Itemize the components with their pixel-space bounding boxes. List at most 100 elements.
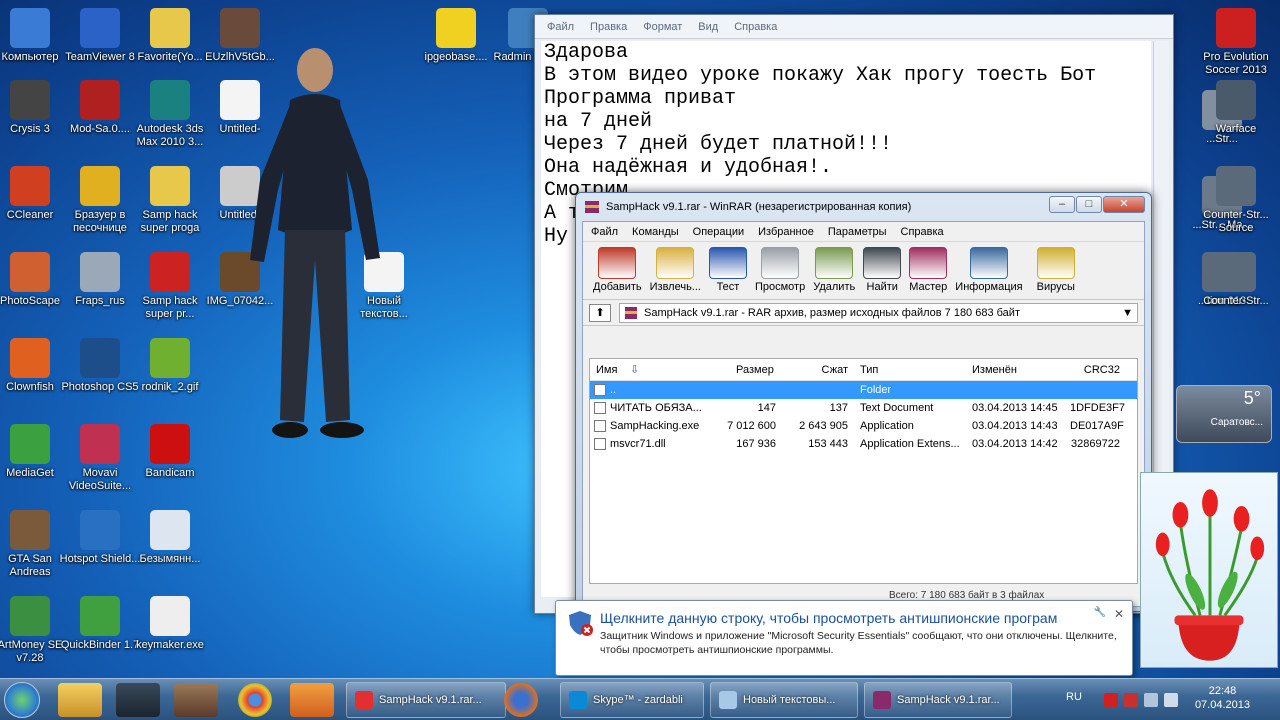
taskbar: SampHack v9.1.rar... Skype™ - zardabli Нов… xyxy=(0,678,1280,720)
firefox-pin-icon[interactable] xyxy=(504,683,538,717)
col-packed[interactable]: Сжат xyxy=(780,364,848,376)
desktop-icon-label: Безымянн... xyxy=(139,553,201,565)
character-figure xyxy=(250,48,380,438)
notification-title[interactable]: Щелкните данную строку, чтобы просмотрет… xyxy=(600,610,1057,626)
cell-size: 147 xyxy=(757,402,776,414)
chevron-down-icon[interactable]: ▼ xyxy=(1122,307,1133,319)
col-modified[interactable]: Изменён xyxy=(972,364,1017,376)
media-player-pin-icon[interactable] xyxy=(290,683,334,717)
cell-packed: 153 443 xyxy=(808,438,848,450)
notepad-menu-item[interactable]: Справка xyxy=(734,21,777,33)
desktop-icon[interactable]: Bandicam xyxy=(128,424,212,480)
cell-name: .. xyxy=(610,384,617,396)
winrar-menu-item[interactable]: Команды xyxy=(632,226,679,238)
winrar-menu-item[interactable]: Файл xyxy=(591,226,618,238)
app-icon xyxy=(10,596,50,636)
file-row[interactable]: msvcr71.dll 167 936 153 443 Application Ext… xyxy=(590,435,1137,453)
shield-warning-icon xyxy=(569,611,593,636)
desktop-icon[interactable]: keymaker.exe xyxy=(128,596,212,652)
file-row[interactable]: .. Folder xyxy=(590,381,1137,399)
winrar-window[interactable]: SampHack v9.1.rar - WinRAR (незарегистри… xyxy=(575,192,1152,612)
file-list-header: Имя ⇩ Размер Сжат Тип Изменён CRC32 xyxy=(590,359,1137,381)
file-list[interactable]: Имя ⇩ Размер Сжат Тип Изменён CRC32 .. Fo… xyxy=(589,358,1138,584)
toolbar-label: Удалить xyxy=(813,281,856,293)
desktop-icon-label: Counter-Str... Source xyxy=(1203,209,1269,234)
app-icon xyxy=(150,8,190,48)
steam-pin-icon[interactable] xyxy=(116,683,160,717)
notepad-menu-item[interactable]: Правка xyxy=(590,21,627,33)
address-dropdown[interactable]: SampHack v9.1.rar - RAR архив, размер ис… xyxy=(619,302,1138,323)
app-icon xyxy=(80,510,120,550)
desktop-icon[interactable]: rodnik_2.gif xyxy=(128,338,212,394)
file-icon xyxy=(594,420,606,432)
col-name[interactable]: Имя xyxy=(596,364,617,376)
desktop-icon[interactable]: Pro Evolution Soccer 2013 xyxy=(1194,8,1278,77)
address-text: SampHack v9.1.rar - RAR архив, размер ис… xyxy=(644,306,1020,319)
network-icon[interactable] xyxy=(1144,693,1158,707)
explorer-pin-icon[interactable] xyxy=(58,683,102,717)
toolbar-button[interactable]: Добавить xyxy=(593,247,642,293)
file-row[interactable]: SampHacking.exe 7 012 600 2 643 905 Applica… xyxy=(590,417,1137,435)
winrar-client: Файл Команды Операции Избранное Параметры Спр… xyxy=(582,221,1145,607)
cell-size: 7 012 600 xyxy=(727,420,776,432)
toolbar-button[interactable]: Просмотр xyxy=(755,247,805,293)
app-icon xyxy=(1216,166,1256,206)
task-label: Новый текстовы... xyxy=(743,694,836,706)
toolbar-button[interactable]: Удалить xyxy=(813,247,855,293)
cell-name: SampHacking.exe xyxy=(610,420,700,432)
desktop-icon[interactable]: Counter-Str... Source xyxy=(1194,166,1278,235)
security-tray-icon[interactable] xyxy=(1104,693,1118,707)
action-center-icon[interactable] xyxy=(1124,693,1138,707)
options-icon[interactable]: 🔧 xyxy=(1094,607,1106,618)
col-type[interactable]: Тип xyxy=(860,364,878,376)
up-folder-button[interactable]: ⬆ xyxy=(589,303,611,322)
sort-arrow-icon: ⇩ xyxy=(630,364,640,376)
taskbar-task[interactable]: SampHack v9.1.rar... xyxy=(346,682,506,718)
taskbar-task[interactable]: Новый текстовы... xyxy=(710,682,858,718)
language-indicator[interactable]: RU xyxy=(1066,691,1082,703)
toolbar-button[interactable]: Мастер xyxy=(909,247,947,293)
winrar-menu-item[interactable]: Операции xyxy=(693,226,744,238)
desktop-icon[interactable]: Counter-Str... xyxy=(1194,252,1278,308)
taskbar-task[interactable]: SampHack v9.1.rar... xyxy=(864,682,1012,718)
close-button[interactable]: ✕ xyxy=(1103,196,1145,213)
notification-close-icon[interactable]: ✕ xyxy=(1114,607,1124,621)
taskbar-task[interactable]: Skype™ - zardabli xyxy=(560,682,704,718)
toolbar-button[interactable]: Извлечь... xyxy=(650,247,701,293)
clock[interactable]: 22:48 07.04.2013 xyxy=(1195,684,1250,712)
volume-icon[interactable] xyxy=(1164,693,1178,707)
security-notification[interactable]: Щелкните данную строку, чтобы просмотрет… xyxy=(555,600,1133,676)
toolbar-button[interactable]: Вирусы xyxy=(1037,247,1075,293)
minimize-button[interactable]: – xyxy=(1049,196,1075,213)
notepad-menu-item[interactable]: Формат xyxy=(643,21,682,33)
file-icon xyxy=(594,402,606,414)
chrome-pin-icon[interactable] xyxy=(238,683,272,717)
app-icon xyxy=(80,424,120,464)
toolbar-button[interactable]: Тест xyxy=(708,247,747,293)
weather-temperature: 5° xyxy=(1243,388,1261,408)
desktop-icon[interactable]: Безымянн... xyxy=(128,510,212,566)
start-button[interactable] xyxy=(4,682,40,718)
notepad-menubar: Файл Правка Формат Вид Справка xyxy=(535,15,1173,39)
maximize-button[interactable]: □ xyxy=(1076,196,1102,213)
toolbar-label: Просмотр xyxy=(754,281,806,293)
notepad-menu-item[interactable]: Файл xyxy=(547,21,574,33)
weather-gadget[interactable]: 5° Саратовс... xyxy=(1176,385,1272,443)
system-tray: RU 22:48 07.04.2013 xyxy=(1060,679,1280,720)
winrar-menu-item[interactable]: Параметры xyxy=(828,226,887,238)
desktop-icon-label: Pro Evolution Soccer 2013 xyxy=(1203,51,1269,76)
gta-pin-icon[interactable] xyxy=(174,683,218,717)
toolbar-button[interactable]: Найти xyxy=(863,247,902,293)
cell-crc: 1DFDE3F7 xyxy=(1070,402,1126,414)
winrar-menu-item[interactable]: Избранное xyxy=(758,226,814,238)
file-row[interactable]: ЧИТАТЬ ОБЯЗА... 147 137 Text Document 03.04.… xyxy=(590,399,1137,417)
col-crc[interactable]: CRC32 xyxy=(1070,364,1120,376)
desktop-icon-label: keymaker.exe xyxy=(136,639,204,651)
winrar-menu-item[interactable]: Справка xyxy=(901,226,944,238)
desktop-icon[interactable]: Warface xyxy=(1194,80,1278,136)
notepad-menu-item[interactable]: Вид xyxy=(698,21,718,33)
toolbar-button[interactable]: Информация xyxy=(955,247,1023,293)
app-icon xyxy=(10,252,50,292)
app-icon xyxy=(1216,80,1256,120)
task-app-icon xyxy=(569,691,587,709)
